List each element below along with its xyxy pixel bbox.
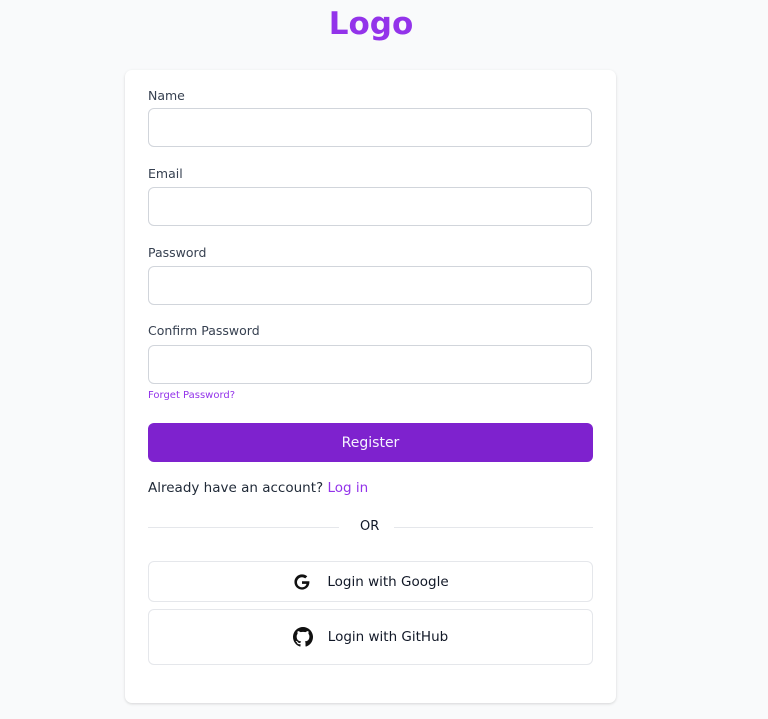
logo: Logo — [328, 6, 414, 42]
name-label: Name — [148, 88, 185, 103]
login-with-github-button[interactable]: Login with GitHub — [148, 609, 593, 665]
or-divider: OR — [148, 519, 593, 535]
divider-line-right — [394, 527, 593, 528]
forget-password-link[interactable]: Forget Password? — [148, 390, 235, 401]
confirm-password-label: Confirm Password — [148, 323, 260, 338]
divider-text: OR — [360, 519, 380, 534]
register-card: Name Email Password Confirm Password For… — [125, 70, 616, 703]
confirm-password-input[interactable] — [148, 345, 592, 384]
email-input[interactable] — [148, 187, 592, 226]
register-button[interactable]: Register — [148, 423, 593, 462]
login-prompt: Already have an account? Log in — [148, 480, 368, 496]
divider-line-left — [148, 527, 339, 528]
github-button-label: Login with GitHub — [327, 629, 449, 645]
password-label: Password — [148, 245, 207, 260]
google-button-label: Login with Google — [327, 573, 449, 590]
email-label: Email — [148, 166, 183, 181]
login-link[interactable]: Log in — [327, 480, 368, 496]
password-input[interactable] — [148, 266, 592, 305]
account-prompt-text: Already have an account? — [148, 480, 324, 496]
github-icon — [292, 627, 313, 647]
login-with-google-button[interactable]: Login with Google — [148, 561, 593, 602]
google-icon — [292, 572, 312, 592]
name-input[interactable] — [148, 108, 592, 147]
